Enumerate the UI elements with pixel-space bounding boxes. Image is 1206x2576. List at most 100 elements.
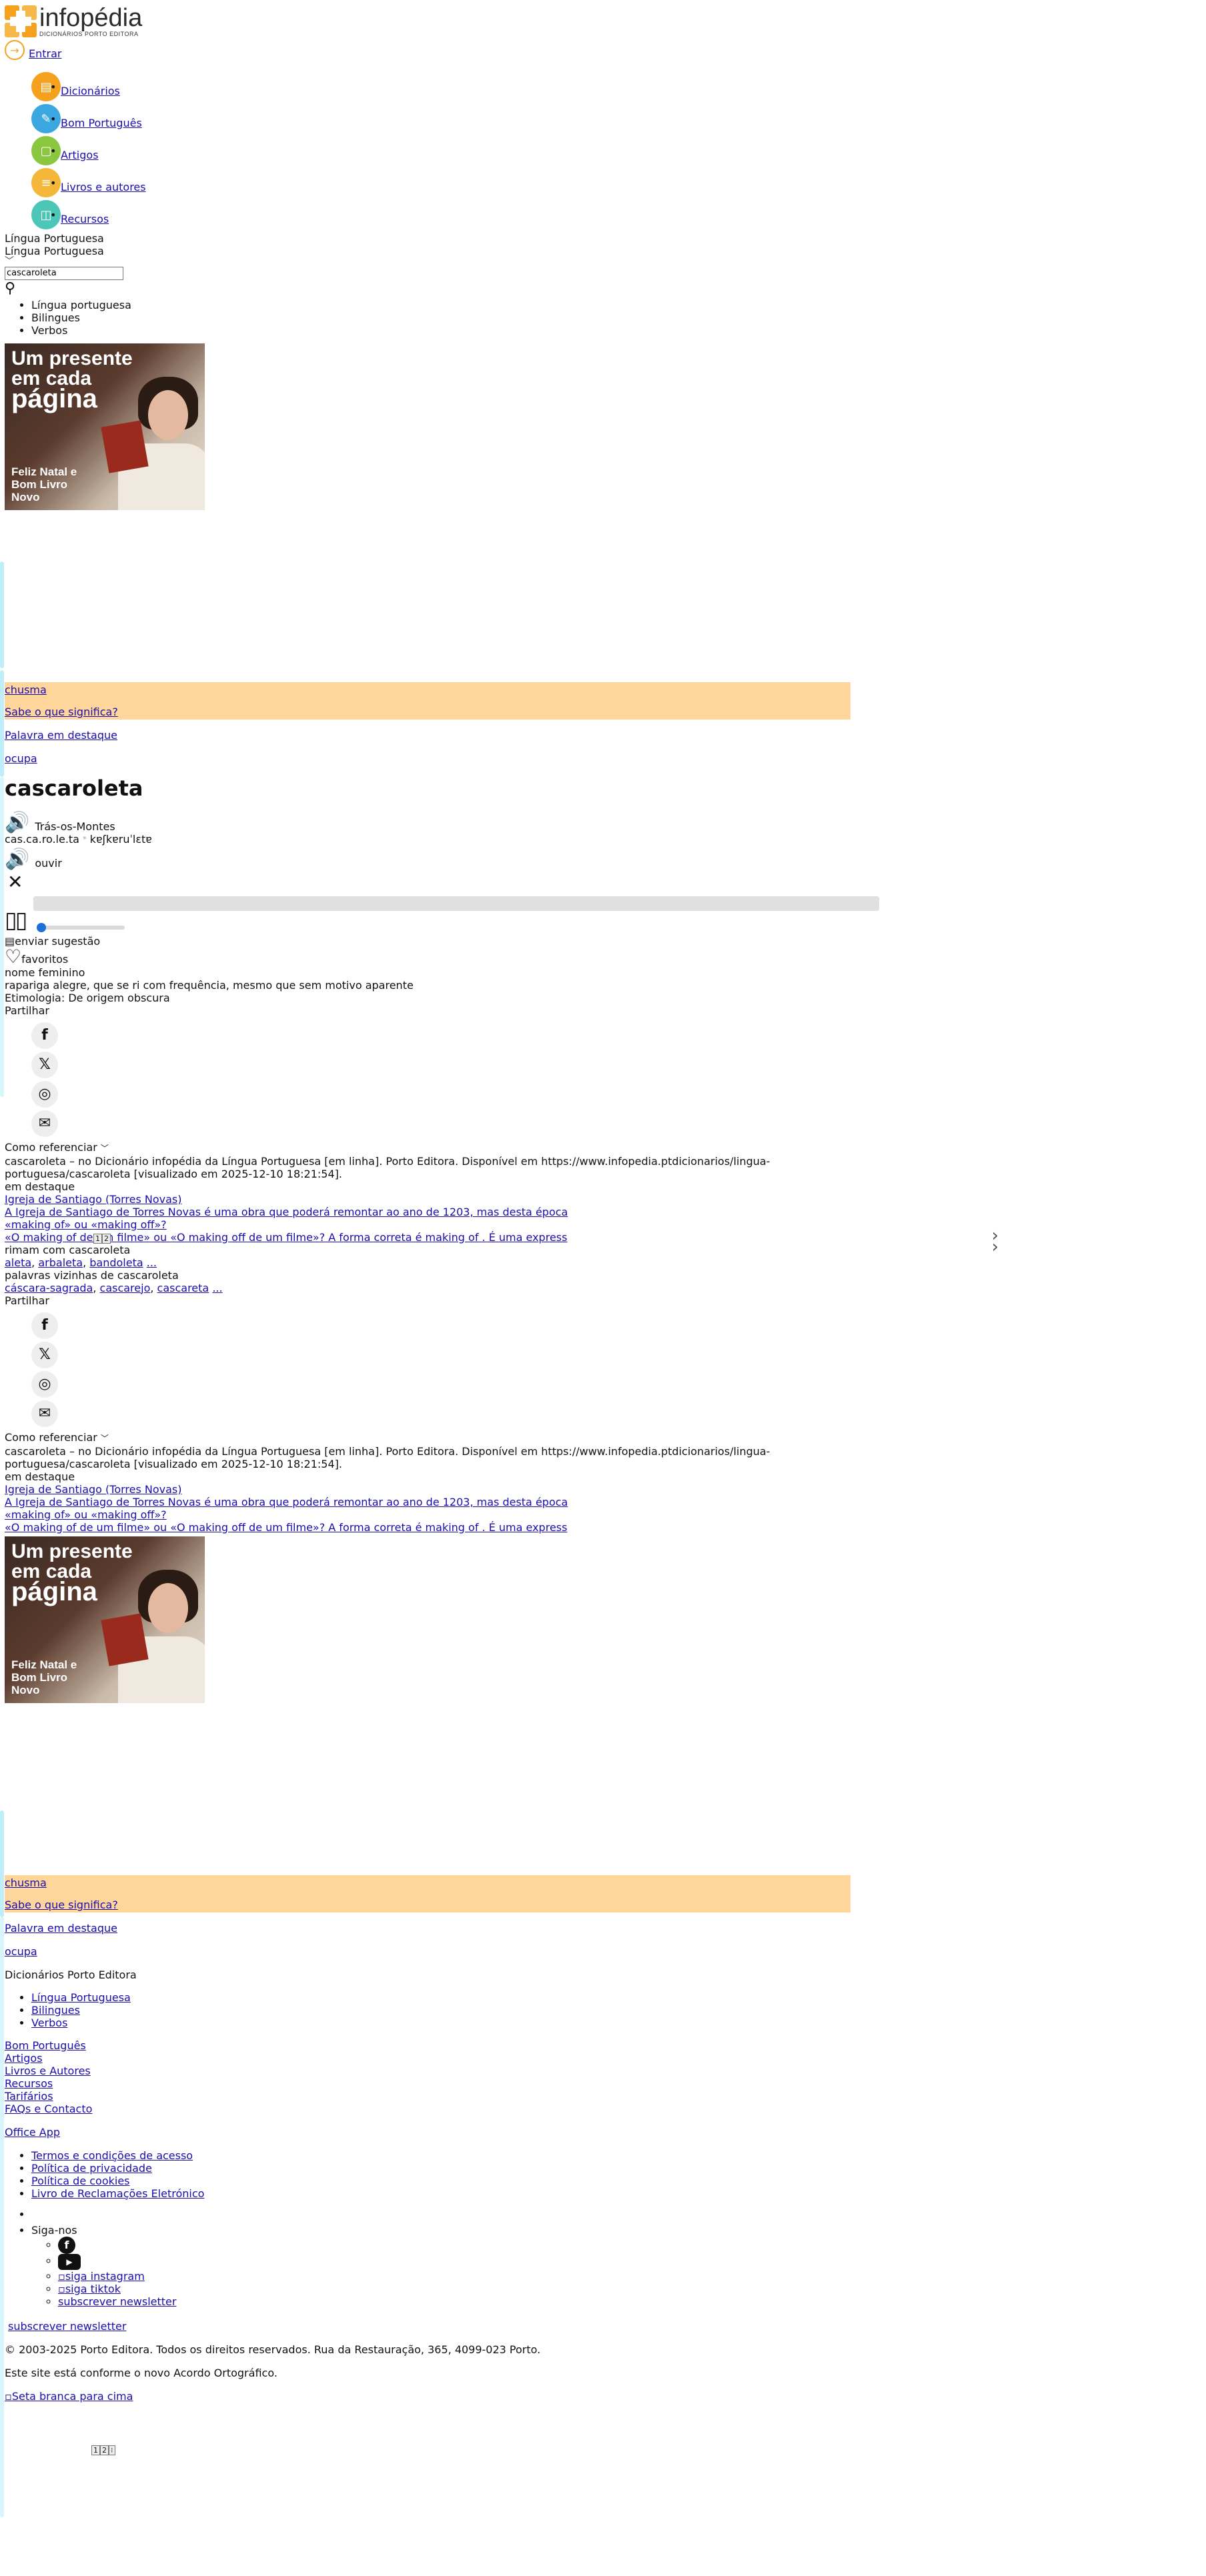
highlight-word[interactable]: ocupa bbox=[5, 752, 37, 765]
region-label: Trás-os-Montes bbox=[35, 820, 115, 833]
x-icon[interactable]: 𝕏 bbox=[31, 1341, 58, 1368]
highlight-text[interactable]: A Igreja de Santiago de Torres Novas é u… bbox=[5, 1496, 568, 1508]
highlight-title[interactable]: Igreja de Santiago (Torres Novas) bbox=[5, 1193, 182, 1206]
favorite-button[interactable]: ♡favoritos bbox=[5, 947, 1199, 966]
nav-item-artigos[interactable]: ▢ Artigos bbox=[31, 135, 1199, 167]
highlight-text[interactable]: «O making of de um filme» ou «O making o… bbox=[5, 1521, 567, 1534]
pager-button[interactable]: 2 bbox=[102, 1233, 111, 1244]
nav-link[interactable]: Recursos bbox=[61, 213, 109, 225]
neighbor-more[interactable]: ... bbox=[212, 1282, 222, 1294]
whatsapp-icon[interactable]: ◎ bbox=[31, 1370, 58, 1398]
close-icon[interactable]: ✕ bbox=[7, 872, 1199, 892]
legal-link[interactable]: Livro de Reclamações Eletrónico bbox=[31, 2187, 204, 2200]
nav-link[interactable]: Livros e autores bbox=[61, 181, 146, 193]
legal-link[interactable]: Política de cookies bbox=[31, 2175, 130, 2187]
footer-link[interactable]: Bilingues bbox=[31, 2004, 80, 2017]
volume-slider[interactable] bbox=[37, 922, 125, 932]
footer-link[interactable]: Artigos bbox=[5, 2052, 43, 2065]
rhyme-link[interactable]: arbaleta bbox=[38, 1256, 83, 1269]
highlight-word[interactable]: ocupa bbox=[5, 1945, 37, 1958]
option-bilingues[interactable]: Bilingues bbox=[31, 311, 1199, 324]
neighbor-link[interactable]: cascarejo bbox=[100, 1282, 151, 1294]
footer-link[interactable]: Língua Portuguesa bbox=[31, 1991, 131, 2004]
nav-item-dicionarios[interactable]: ▤ Dicionários bbox=[31, 71, 1199, 103]
legal-link[interactable]: Política de privacidade bbox=[31, 2162, 152, 2175]
option-verbos[interactable]: Verbos bbox=[31, 324, 1199, 337]
nav-item-recursos[interactable]: ◫ Recursos bbox=[31, 199, 1199, 231]
rhyme-more[interactable]: ... bbox=[147, 1256, 157, 1269]
footer-link[interactable]: Bom Português bbox=[5, 2039, 86, 2052]
office-app-link[interactable]: Office App bbox=[5, 2126, 60, 2139]
login[interactable]: → Entrar bbox=[5, 40, 1199, 67]
wotd-word[interactable]: chusma bbox=[5, 1876, 47, 1889]
mail-icon[interactable]: ✉ bbox=[31, 1110, 58, 1137]
mail-icon[interactable]: ✉ bbox=[31, 1400, 58, 1427]
neighbor-link[interactable]: cáscara-sagrada bbox=[5, 1282, 93, 1294]
search-input[interactable] bbox=[5, 266, 123, 280]
suggest-button[interactable]: ▤enviar sugestão bbox=[5, 935, 1199, 948]
newsletter-link[interactable]: subscrever newsletter bbox=[58, 2295, 176, 2308]
pause-icon[interactable]: ▯▯ bbox=[5, 908, 1199, 932]
listen-label: ouvir bbox=[35, 856, 62, 870]
chevron-right-icon[interactable]: › bbox=[992, 1238, 999, 1256]
region-audio[interactable]: 🔊 Trás-os-Montes bbox=[5, 812, 1199, 833]
speaker-icon[interactable]: 🔊 bbox=[5, 812, 29, 833]
cite-toggle[interactable]: Como referenciar ﹀ bbox=[5, 1141, 1199, 1155]
footer-link[interactable]: FAQs e Contacto bbox=[5, 2103, 92, 2115]
rhyme-link[interactable]: bandoleta bbox=[89, 1256, 143, 1269]
highlight-title[interactable]: Igreja de Santiago (Torres Novas) bbox=[5, 1483, 182, 1496]
pager-button[interactable]: ⁝ bbox=[109, 2445, 115, 2455]
facebook-icon[interactable]: f bbox=[58, 2236, 75, 2254]
option-lingua-portuguesa[interactable]: Língua portuguesa bbox=[31, 299, 1199, 311]
footer-link[interactable]: Recursos bbox=[5, 2077, 53, 2090]
highlight-label[interactable]: Palavra em destaque bbox=[5, 1922, 117, 1935]
highlights-title: em destaque bbox=[5, 1180, 75, 1193]
highlight-label[interactable]: Palavra em destaque bbox=[5, 729, 117, 742]
footer-link[interactable]: Tarifários bbox=[5, 2090, 53, 2103]
cite-toggle[interactable]: Como referenciar ﹀ bbox=[5, 1431, 1199, 1445]
pager-button[interactable]: 2 bbox=[100, 2445, 109, 2455]
speaker-icon[interactable]: 🔊 bbox=[5, 849, 29, 870]
pager-button[interactable]: 1 bbox=[93, 1233, 102, 1244]
newsletter-link[interactable]: subscrever newsletter bbox=[8, 2320, 126, 2333]
site-logo[interactable]: infopédia DICIONÁRIOS PORTO EDITORA bbox=[5, 3, 1199, 40]
instagram-link[interactable]: ▫siga instagram bbox=[58, 2270, 145, 2283]
language-select[interactable]: Língua Portuguesa Língua Portuguesa ﹀ bbox=[5, 232, 1199, 266]
nav-item-livros-autores[interactable]: ≡ Livros e autores bbox=[31, 167, 1199, 199]
suggest-label: enviar sugestão bbox=[15, 934, 101, 948]
word-of-the-day[interactable]: chusma Sabe o que significa? bbox=[5, 682, 850, 720]
facebook-icon[interactable]: f bbox=[31, 1312, 58, 1339]
highlight-title[interactable]: «making of» ou «making off»? bbox=[5, 1218, 167, 1231]
highlight-title[interactable]: «making of» ou «making off»? bbox=[5, 1508, 167, 1521]
wotd-question[interactable]: Sabe o que significa? bbox=[5, 1898, 118, 1911]
listen-button[interactable]: 🔊 ouvir bbox=[5, 849, 1199, 870]
tiktok-link[interactable]: ▫siga tiktok bbox=[58, 2283, 121, 2295]
nav-link[interactable]: Bom Português bbox=[61, 117, 142, 129]
facebook-icon[interactable]: f bbox=[31, 1022, 58, 1049]
nav-item-bom-portugues[interactable]: ✎ Bom Português bbox=[31, 103, 1199, 135]
pager-button[interactable]: 1 bbox=[91, 2445, 100, 2455]
legal-link[interactable]: Termos e condições de acesso bbox=[31, 2149, 193, 2162]
highlight-text[interactable]: «O making of de um filme» ou «O making o… bbox=[5, 1231, 567, 1244]
wotd-question[interactable]: Sabe o que significa? bbox=[5, 706, 118, 718]
footer-link[interactable]: Verbos bbox=[31, 2017, 67, 2029]
neighbor-link[interactable]: cascareta bbox=[157, 1282, 209, 1294]
chevron-down-icon[interactable]: ﹀ bbox=[5, 257, 1199, 266]
highlight-text[interactable]: A Igreja de Santiago de Torres Novas é u… bbox=[5, 1206, 568, 1218]
x-icon[interactable]: 𝕏 bbox=[31, 1051, 58, 1078]
wotd-word[interactable]: chusma bbox=[5, 684, 47, 696]
word-of-the-day[interactable]: chusma Sabe o que significa? bbox=[5, 1874, 850, 1912]
back-to-top-link[interactable]: ▫Seta branca para cima bbox=[5, 2390, 133, 2403]
rhyme-link[interactable]: aleta bbox=[5, 1256, 31, 1269]
nav-link[interactable]: Dicionários bbox=[61, 85, 120, 97]
promo-banner[interactable]: Um presente em cada página Feliz Natal e B… bbox=[5, 1536, 205, 1703]
youtube-icon[interactable]: ▶ bbox=[58, 2253, 81, 2270]
whatsapp-icon[interactable]: ◎ bbox=[31, 1080, 58, 1108]
footer-link[interactable]: Livros e Autores bbox=[5, 2065, 91, 2077]
nav-link[interactable]: Artigos bbox=[61, 149, 99, 161]
search-icon[interactable]: ⚲ bbox=[5, 280, 1199, 297]
language-selected[interactable]: Língua Portuguesa bbox=[5, 232, 1199, 245]
back-to-top-label: Seta branca para cima bbox=[11, 2389, 133, 2403]
promo-banner[interactable]: Um presente em cada página Feliz Natal e B… bbox=[5, 343, 205, 510]
login-link[interactable]: Entrar bbox=[29, 47, 61, 60]
